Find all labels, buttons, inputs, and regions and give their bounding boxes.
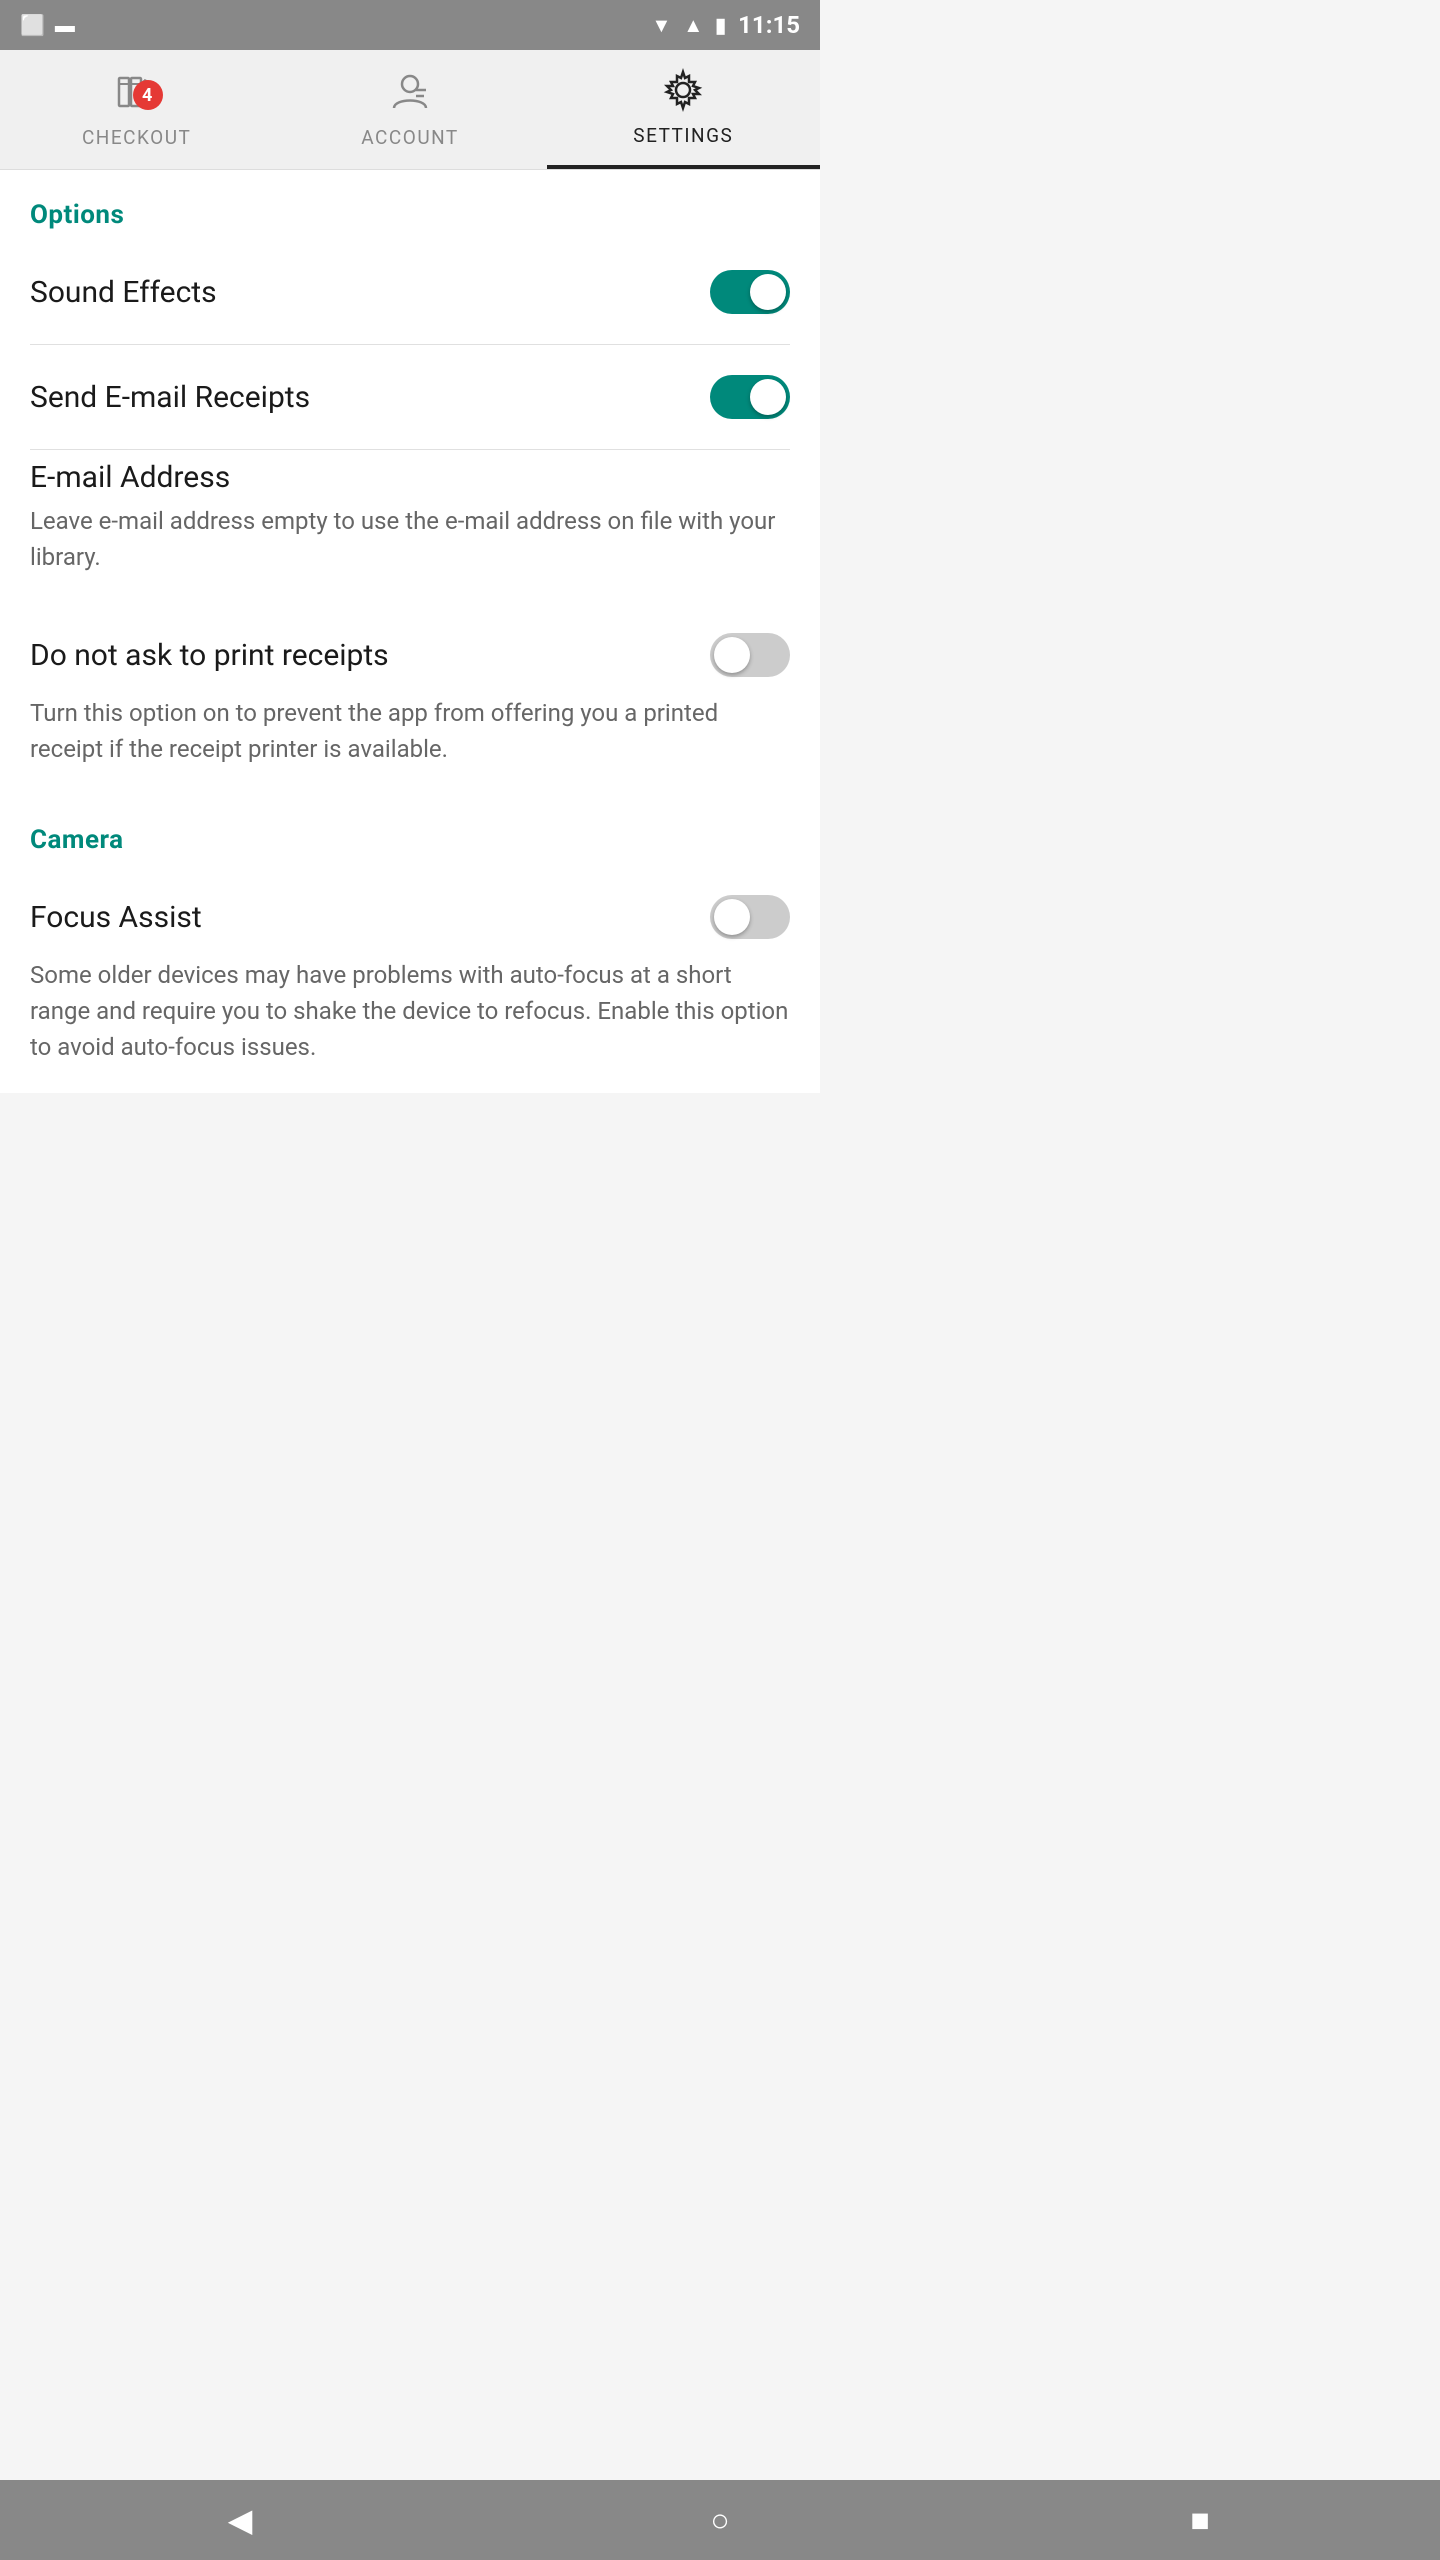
tab-settings[interactable]: SETTINGS — [547, 50, 820, 169]
focus-assist-label: Focus Assist — [30, 900, 202, 935]
focus-assist-toggle[interactable] — [710, 895, 790, 939]
settings-label: SETTINGS — [633, 124, 733, 147]
options-section-header: Options — [30, 170, 790, 240]
send-email-receipts-toggle[interactable] — [710, 375, 790, 419]
email-address-description: Leave e-mail address empty to use the e-… — [30, 495, 790, 603]
battery-icon: ▮ — [715, 13, 726, 37]
sd-card-icon: ▬ — [55, 13, 75, 38]
account-icon — [388, 70, 432, 120]
bottom-nav: ◀ ○ ■ — [0, 2480, 1440, 2560]
settings-content: Options Sound Effects Send E-mail Receip… — [0, 170, 820, 1093]
sound-effects-knob — [750, 274, 786, 310]
do-not-print-row: Do not ask to print receipts — [30, 603, 790, 687]
send-email-receipts-row: Send E-mail Receipts — [30, 345, 790, 450]
sim-icon: ⬜ — [20, 13, 45, 37]
email-address-label: E-mail Address — [30, 460, 230, 495]
tab-account[interactable]: ACCOUNT — [273, 50, 546, 169]
focus-assist-row: Focus Assist — [30, 865, 790, 949]
account-label: ACCOUNT — [361, 126, 459, 149]
tab-checkout[interactable]: 4 CHECKOUT — [0, 50, 273, 169]
status-bar: ⬜ ▬ ▼ ▲ ▮ 11:15 — [0, 0, 820, 50]
email-address-section: E-mail Address Leave e-mail address empt… — [30, 450, 790, 603]
do-not-print-label: Do not ask to print receipts — [30, 638, 389, 673]
camera-section-header: Camera — [30, 795, 790, 865]
status-time: 11:15 — [738, 11, 800, 39]
signal-icon: ▲ — [683, 13, 703, 38]
checkout-label: CHECKOUT — [82, 126, 191, 149]
focus-assist-description: Some older devices may have problems wit… — [30, 949, 790, 1093]
tab-bar: 4 CHECKOUT ACCOUNT SETTINGS — [0, 50, 820, 170]
back-button[interactable]: ◀ — [210, 2490, 270, 2550]
sound-effects-toggle[interactable] — [710, 270, 790, 314]
sound-effects-row: Sound Effects — [30, 240, 790, 345]
send-email-receipts-knob — [750, 379, 786, 415]
home-button[interactable]: ○ — [690, 2490, 750, 2550]
focus-assist-knob — [714, 899, 750, 935]
do-not-print-knob — [714, 637, 750, 673]
status-right-icons: ▼ ▲ ▮ 11:15 — [652, 11, 800, 39]
checkout-badge: 4 — [133, 80, 163, 110]
status-left-icons: ⬜ ▬ — [20, 13, 75, 38]
do-not-print-description: Turn this option on to prevent the app f… — [30, 687, 790, 795]
send-email-receipts-label: Send E-mail Receipts — [30, 380, 310, 415]
settings-icon — [661, 68, 705, 118]
wifi-icon: ▼ — [652, 13, 672, 38]
recent-button[interactable]: ■ — [1170, 2490, 1230, 2550]
sound-effects-label: Sound Effects — [30, 275, 217, 310]
do-not-print-toggle[interactable] — [710, 633, 790, 677]
